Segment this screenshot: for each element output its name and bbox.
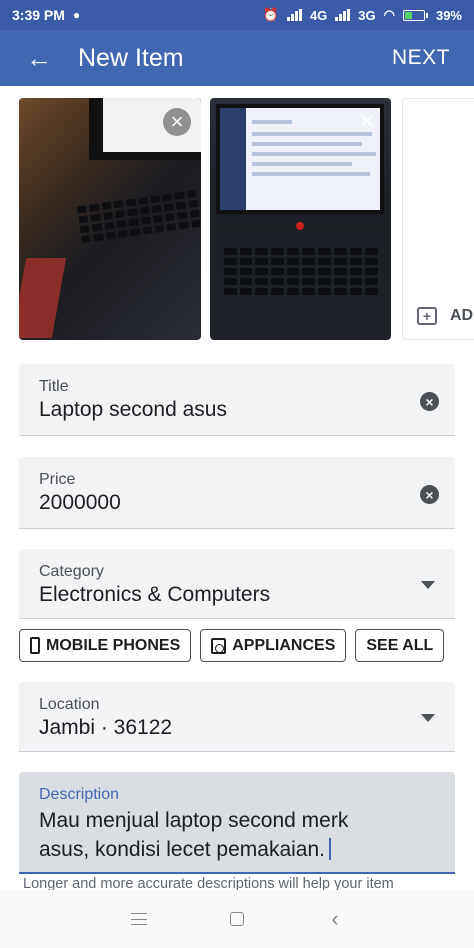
price-label: Price	[39, 471, 76, 488]
category-field[interactable]: Category Electronics & Computers	[19, 549, 455, 619]
location-label: Location	[39, 696, 100, 713]
page-title: New Item	[78, 43, 184, 72]
description-text: Mau menjual laptop second merk asus, kon…	[39, 809, 349, 861]
recents-button[interactable]	[119, 899, 159, 939]
network-4g: 4G	[309, 7, 328, 23]
description-input[interactable]: Mau menjual laptop second merk asus, kon…	[39, 806, 399, 864]
title-field[interactable]: Title Laptop second asus ×	[19, 364, 455, 436]
app-bar: ← New Item NEXT	[0, 30, 474, 86]
chip-see-all[interactable]: SEE ALL	[355, 629, 445, 662]
home-icon	[230, 912, 244, 926]
battery-icon	[402, 9, 428, 21]
wifi-icon: ◠	[383, 7, 395, 22]
remove-photo-icon[interactable]: ×	[163, 108, 191, 136]
home-button[interactable]	[217, 899, 257, 939]
next-button[interactable]: NEXT	[392, 46, 450, 70]
clear-icon[interactable]: ×	[420, 392, 439, 411]
category-select[interactable]: Electronics & Computers	[39, 583, 270, 607]
location-field[interactable]: Location Jambi · 36122	[19, 682, 455, 752]
description-field[interactable]: Description Mau menjual laptop second me…	[19, 772, 455, 874]
title-input[interactable]: Laptop second asus	[39, 398, 227, 422]
photo-strip[interactable]: × × + ADD	[0, 98, 474, 342]
battery-percent: 39%	[435, 7, 462, 23]
category-suggestions: MOBILE PHONES APPLIANCES SEE ALL	[19, 629, 445, 662]
laptop-edge	[19, 258, 67, 338]
add-photo-button[interactable]: + ADD	[402, 98, 474, 340]
dropdown-arrow-icon[interactable]	[421, 581, 435, 589]
price-field[interactable]: Price 2000000 ×	[19, 457, 455, 529]
mobile-phone-icon	[30, 637, 40, 654]
chip-label: APPLIANCES	[232, 636, 336, 654]
chip-label: SEE ALL	[366, 636, 434, 654]
brand-logo	[296, 222, 304, 230]
description-label: Description	[39, 786, 120, 803]
price-input[interactable]: 2000000	[39, 491, 121, 515]
status-time: 3:39 PM	[12, 7, 65, 23]
remove-photo-icon[interactable]: ×	[353, 108, 381, 136]
alarm-off-icon: ⏰	[262, 7, 279, 22]
item-photo-2[interactable]: ×	[210, 98, 391, 340]
chip-appliances[interactable]: APPLIANCES	[200, 629, 347, 662]
signal-icon	[286, 9, 302, 21]
signal-icon-2	[335, 9, 351, 21]
text-cursor	[329, 838, 331, 860]
category-label: Category	[39, 563, 104, 580]
add-photo-label: ADD	[450, 307, 474, 324]
notification-icon: ●	[72, 8, 81, 22]
system-back-button[interactable]: ‹	[315, 899, 355, 939]
chip-label: MOBILE PHONES	[46, 636, 181, 654]
location-select[interactable]: Jambi · 36122	[39, 716, 172, 740]
title-label: Title	[39, 378, 69, 395]
status-bar: 3:39 PM ● ⏰ 4G 3G ◠ 39%	[0, 0, 474, 30]
add-photo-icon: +	[417, 307, 437, 325]
system-nav-bar: ‹	[0, 890, 474, 948]
menu-icon	[131, 913, 147, 925]
chip-mobile-phones[interactable]: MOBILE PHONES	[19, 629, 192, 662]
item-photo-1[interactable]: ×	[19, 98, 201, 340]
keyboard	[224, 248, 378, 295]
dropdown-arrow-icon[interactable]	[421, 714, 435, 722]
clear-icon[interactable]: ×	[420, 485, 439, 504]
washing-machine-icon	[211, 637, 227, 654]
keyboard	[77, 189, 201, 244]
network-3g: 3G	[358, 7, 376, 23]
back-arrow-icon[interactable]: ←	[0, 30, 78, 86]
back-chevron-icon: ‹	[331, 906, 339, 931]
